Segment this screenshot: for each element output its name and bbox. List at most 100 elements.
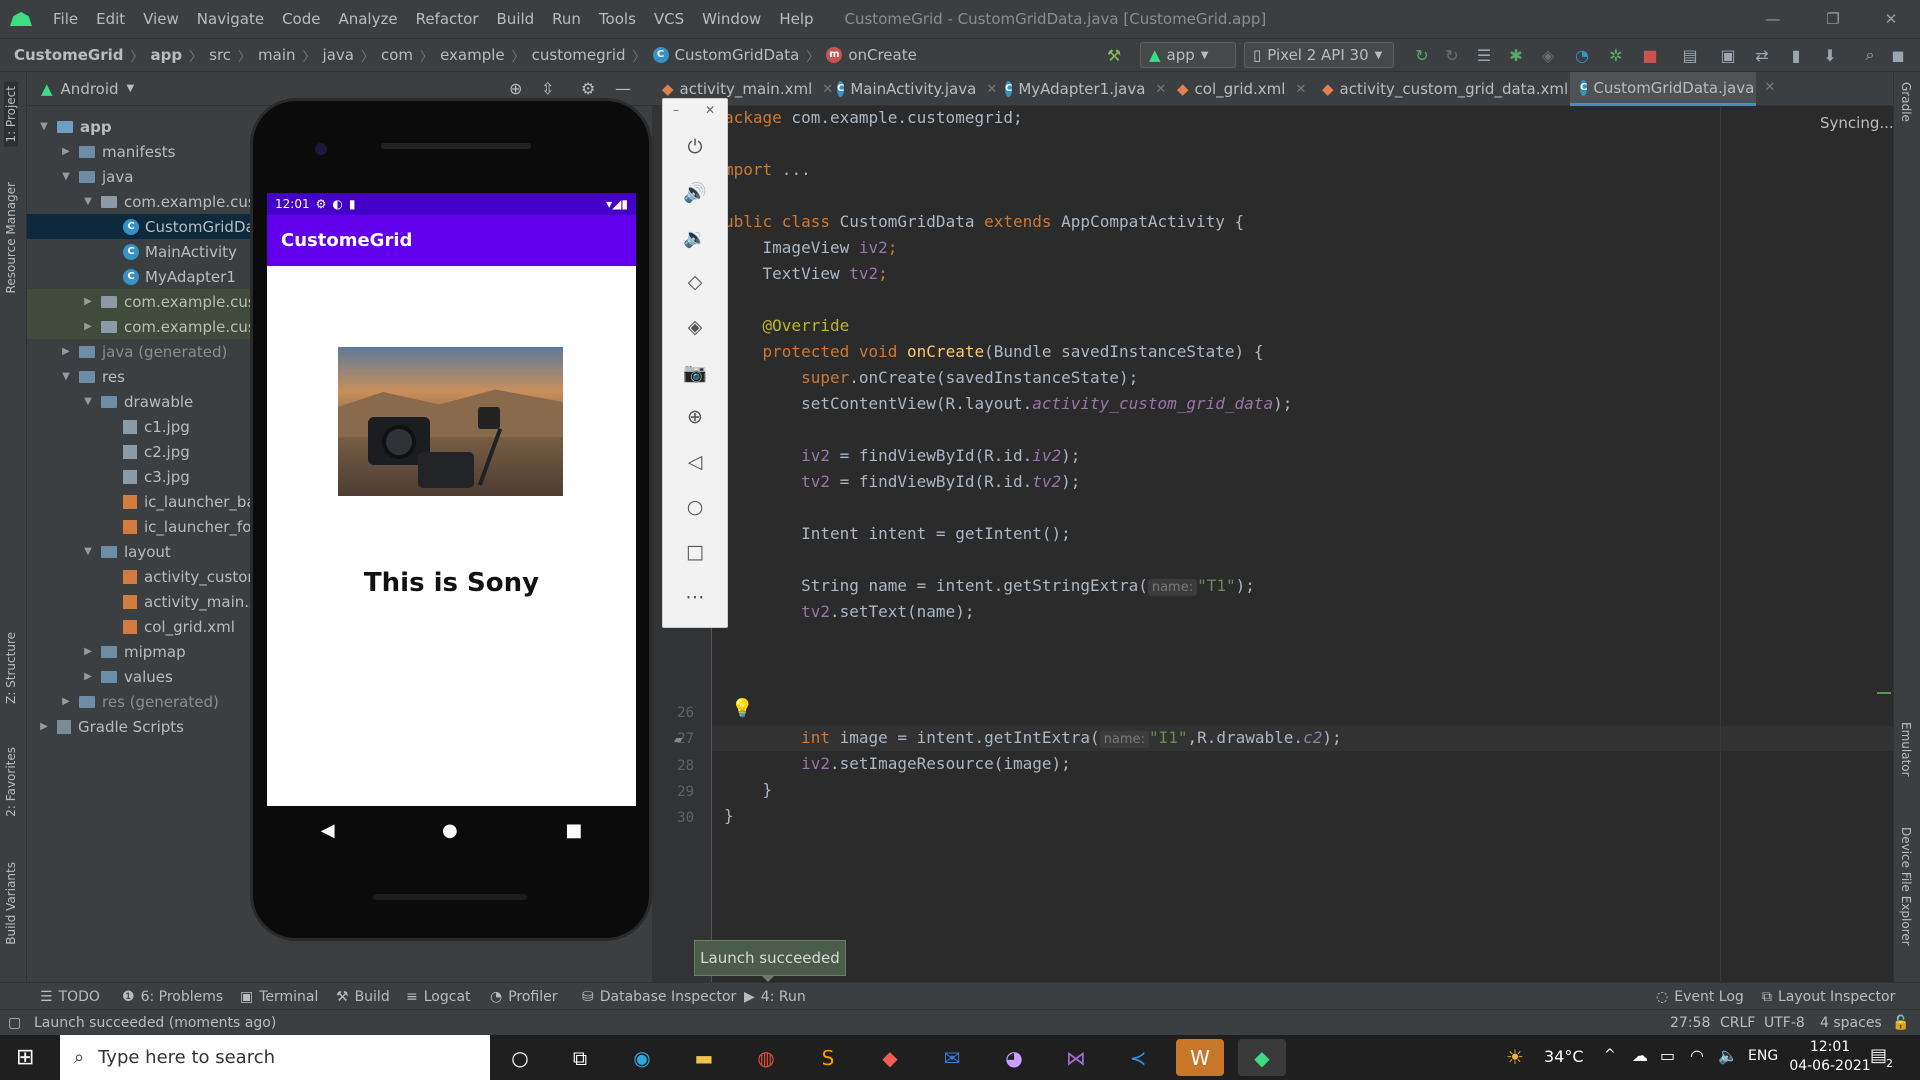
search-icon[interactable]: ⌕ <box>1858 42 1882 68</box>
chevron-right-icon[interactable]: ▶ <box>59 346 73 357</box>
more-icon[interactable]: ⋯ <box>663 575 727 619</box>
menu-navigate[interactable]: Navigate <box>188 10 273 28</box>
back-icon[interactable]: ◁ <box>663 440 727 484</box>
close-tab-icon[interactable]: ✕ <box>1764 80 1775 95</box>
close-tab-icon[interactable]: ✕ <box>1155 82 1166 97</box>
chevron-right-icon[interactable]: ▶ <box>81 296 95 307</box>
tab-favorites[interactable]: 2: Favorites <box>4 747 18 817</box>
task-view-icon[interactable]: ⧉ <box>556 1039 604 1076</box>
breadcrumb-module[interactable]: app <box>151 46 183 64</box>
file-encoding[interactable]: UTF-8 <box>1764 1010 1805 1036</box>
close-tab-icon[interactable]: ✕ <box>1295 82 1306 97</box>
minimize-icon[interactable]: – <box>673 103 679 117</box>
hide-panel-icon[interactable]: — <box>615 79 631 98</box>
vscode-icon[interactable]: ≺ <box>1114 1039 1162 1076</box>
apply-code-icon[interactable]: ☰ <box>1472 42 1496 68</box>
camera-icon[interactable]: 📷 <box>663 350 727 394</box>
notification-icon[interactable]: ▤ <box>1870 1045 1887 1066</box>
breadcrumb-project[interactable]: CustomeGrid <box>14 46 123 64</box>
chevron-right-icon[interactable]: ▶ <box>59 146 73 157</box>
database-inspector-tab[interactable]: ⛁ Database Inspector <box>582 983 736 1010</box>
project-structure-icon[interactable]: ▤ <box>1678 42 1702 68</box>
tray-chevron-icon[interactable]: ^ <box>1604 1047 1616 1063</box>
tab-build-variants[interactable]: Build Variants <box>4 862 18 945</box>
github-desktop-icon[interactable]: ◕ <box>990 1039 1038 1076</box>
run-config-select[interactable]: ▲ app ▼ <box>1140 42 1236 68</box>
breadcrumb-src[interactable]: src <box>209 46 231 64</box>
minimize-icon[interactable]: — <box>1744 0 1802 38</box>
close-icon[interactable]: ✕ <box>705 103 715 117</box>
tab-mainactivity-java[interactable]: C MainActivity.java ✕ <box>827 72 997 106</box>
word-icon[interactable]: W <box>1176 1039 1224 1076</box>
status-panel-icon[interactable]: ▢ <box>8 1010 21 1036</box>
breadcrumb-main[interactable]: main <box>258 46 295 64</box>
chrome-icon[interactable]: ◍ <box>742 1039 790 1076</box>
weather-icon[interactable]: ☀ <box>1506 1045 1524 1069</box>
build-tab[interactable]: ⚒ Build <box>336 983 390 1010</box>
menu-run[interactable]: Run <box>543 10 590 28</box>
run-tab[interactable]: ▶ 4: Run <box>744 983 806 1010</box>
cortana-icon[interactable]: ○ <box>496 1039 544 1076</box>
home-icon[interactable]: ○ <box>663 485 727 529</box>
caret-position[interactable]: 27:58 <box>1670 1010 1710 1036</box>
chevron-right-icon[interactable]: ▶ <box>81 646 95 657</box>
chevron-right-icon[interactable]: ▶ <box>81 671 95 682</box>
menu-analyze[interactable]: Analyze <box>329 10 406 28</box>
menu-file[interactable]: File <box>44 10 87 28</box>
mail-icon[interactable]: ✉ <box>928 1039 976 1076</box>
line-separator[interactable]: CRLF <box>1720 1010 1755 1036</box>
tab-activity-custom-grid-data-xml[interactable]: ◆activity_custom_grid_data.xml✕ <box>1312 72 1589 106</box>
language-indicator[interactable]: ENG <box>1748 1048 1778 1064</box>
rotate-right-icon[interactable]: ◈ <box>663 305 727 349</box>
overview-icon[interactable]: □ <box>663 530 727 574</box>
menu-build[interactable]: Build <box>488 10 544 28</box>
tab-emulator[interactable]: Emulator <box>1899 722 1913 777</box>
windows-start-icon[interactable]: ⊞ <box>16 1045 34 1070</box>
breadcrumb-package[interactable]: customegrid <box>532 46 626 64</box>
apply-changes-icon[interactable]: ↻ <box>1440 42 1464 68</box>
chevron-down-icon[interactable]: ▼ <box>127 83 135 94</box>
profile-icon[interactable]: ◔ <box>1570 42 1594 68</box>
chevron-down-icon[interactable]: ▼ <box>37 121 51 132</box>
rerun-icon[interactable]: ↻ <box>1410 42 1434 68</box>
collapse-all-icon[interactable]: ⇳ <box>541 79 554 98</box>
zoom-icon[interactable]: ⊕ <box>663 395 727 439</box>
indent-setting[interactable]: 4 spaces <box>1820 1010 1882 1036</box>
recents-icon[interactable]: ■ <box>565 820 582 841</box>
hammer-icon[interactable]: ⚒ <box>1102 42 1126 68</box>
terminal-tab[interactable]: ▣ Terminal <box>240 983 318 1010</box>
avd-manager-icon[interactable]: ▣ <box>1716 42 1740 68</box>
rotate-left-icon[interactable]: ◇ <box>663 260 727 304</box>
chevron-down-icon[interactable]: ▼ <box>81 546 95 557</box>
project-view-select[interactable]: Android <box>61 80 119 98</box>
status-message[interactable]: Launch succeeded (moments ago) <box>34 1010 276 1036</box>
close-icon[interactable]: ✕ <box>1862 0 1920 38</box>
weather-temp[interactable]: 34°C <box>1544 1047 1584 1066</box>
account-icon[interactable]: ◼ <box>1886 42 1910 68</box>
tab-col-grid-xml[interactable]: ◆ col_grid.xml ✕ <box>1167 72 1312 106</box>
android-studio-icon[interactable]: ◆ <box>1238 1039 1286 1076</box>
chevron-right-icon[interactable]: ▶ <box>37 721 51 732</box>
locate-icon[interactable]: ⊕ <box>509 79 522 98</box>
menu-refactor[interactable]: Refactor <box>407 10 488 28</box>
gear-icon[interactable]: ⚙ <box>581 79 595 98</box>
menu-vcs[interactable]: VCS <box>645 10 693 28</box>
tab-project[interactable]: 1: Project <box>4 82 18 147</box>
chevron-right-icon[interactable]: ▶ <box>81 321 95 332</box>
file-explorer-icon[interactable]: ▬ <box>680 1039 728 1076</box>
breadcrumb-java[interactable]: java <box>323 46 354 64</box>
visual-studio-icon[interactable]: ⋈ <box>1052 1039 1100 1076</box>
menu-help[interactable]: Help <box>770 10 822 28</box>
breadcrumb-method[interactable]: onCreate <box>848 46 917 64</box>
home-icon[interactable]: ● <box>442 820 458 841</box>
problems-tab[interactable]: ❶ 6: Problems <box>122 983 223 1010</box>
chevron-down-icon[interactable]: ▼ <box>81 196 95 207</box>
sdk-manager-icon[interactable]: ⬇ <box>1818 42 1842 68</box>
debug-icon[interactable]: ✱ <box>1504 42 1528 68</box>
tab-customgriddata-java[interactable]: C CustomGridData.java ✕ <box>1570 72 1775 106</box>
layout-inspector-tab[interactable]: ⧉ Layout Inspector <box>1762 983 1895 1010</box>
volume-icon[interactable]: 🔈 <box>1718 1046 1738 1065</box>
lock-icon[interactable]: 🔓 <box>1892 1010 1909 1036</box>
chevron-down-icon[interactable]: ▼ <box>59 171 73 182</box>
chevron-down-icon[interactable]: ▼ <box>81 396 95 407</box>
